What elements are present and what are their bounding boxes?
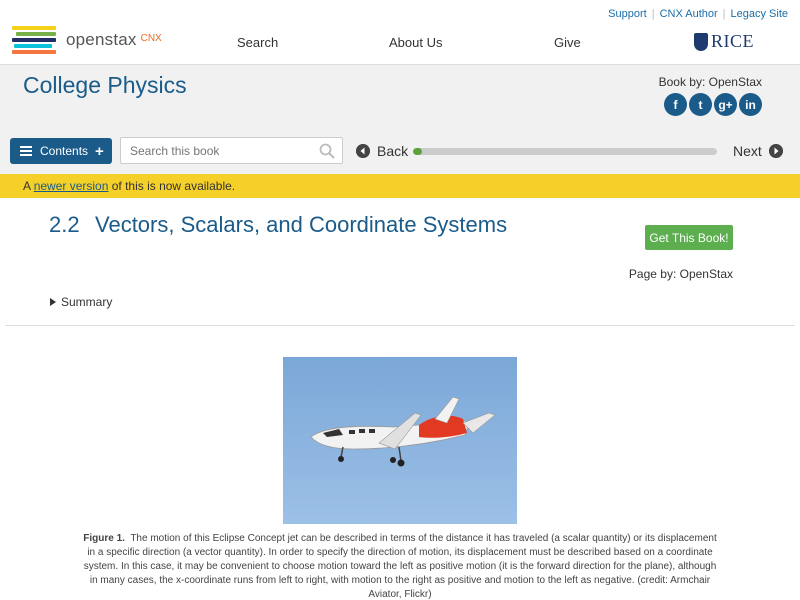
chevron-right-icon	[768, 144, 783, 158]
book-toolbar: Contents + Back Next	[0, 128, 800, 174]
figure-image	[283, 357, 517, 524]
back-button[interactable]: Back	[356, 143, 408, 159]
social-share: f t g+ in	[664, 93, 762, 116]
cnx-author-link[interactable]: CNX Author	[660, 8, 718, 20]
linkedin-icon[interactable]: in	[739, 93, 762, 116]
page-title: Vectors, Scalars, and Coordinate Systems	[95, 212, 508, 237]
list-icon	[20, 146, 32, 156]
newer-version-notice: A newer version of this is now available…	[0, 174, 800, 198]
book-header: College Physics Book by: OpenStax f t g+…	[0, 64, 800, 128]
support-link[interactable]: Support	[608, 8, 647, 20]
divider	[5, 325, 795, 326]
reading-progress	[413, 148, 717, 155]
twitter-icon[interactable]: t	[689, 93, 712, 116]
books-icon	[12, 26, 58, 54]
nav-search[interactable]: Search	[237, 35, 278, 50]
google-plus-icon[interactable]: g+	[714, 93, 737, 116]
nav-give[interactable]: Give	[554, 35, 581, 50]
rice-wordmark: RICE	[711, 31, 755, 51]
rice-logo[interactable]: RICE	[694, 31, 754, 52]
figure-caption: Figure 1. The motion of this Eclipse Con…	[80, 532, 720, 600]
next-label: Next	[733, 143, 762, 159]
openstax-logo[interactable]: openstax CNX	[12, 26, 162, 54]
search-input[interactable]	[121, 138, 311, 163]
newer-version-link[interactable]: newer version	[34, 179, 109, 193]
progress-fill	[413, 148, 423, 155]
book-search	[120, 137, 343, 164]
get-this-book-button[interactable]: Get This Book!	[645, 225, 733, 250]
chevron-left-icon	[356, 144, 370, 158]
summary-toggle[interactable]: Summary	[50, 295, 112, 309]
search-icon[interactable]	[319, 143, 335, 159]
nav-about-us[interactable]: About Us	[389, 35, 442, 50]
logo-cnx: CNX	[140, 32, 162, 44]
contents-button[interactable]: Contents +	[10, 138, 112, 164]
plus-icon: +	[95, 142, 104, 160]
book-title: College Physics	[23, 72, 187, 98]
notice-prefix: A	[23, 179, 34, 193]
figure-caption-text: The motion of this Eclipse Concept jet c…	[83, 533, 717, 600]
contents-label: Contents	[40, 144, 89, 158]
facebook-icon[interactable]: f	[664, 93, 687, 116]
page-author: Page by: OpenStax	[628, 267, 733, 281]
caret-right-icon	[50, 298, 56, 306]
section-number: 2.2	[49, 212, 80, 237]
jet-illustration	[310, 396, 496, 467]
book-author: Book by: OpenStax	[658, 75, 762, 89]
divider: |	[722, 8, 726, 20]
figure-label: Figure 1.	[83, 533, 125, 544]
legacy-site-link[interactable]: Legacy Site	[731, 8, 788, 20]
utility-links: Support | CNX Author | Legacy Site	[608, 8, 788, 20]
notice-suffix: of this is now available.	[108, 179, 236, 193]
logo-wordmark: openstax	[66, 30, 137, 49]
next-button[interactable]: Next	[733, 143, 783, 159]
rice-shield-icon	[694, 32, 708, 51]
summary-label: Summary	[61, 295, 113, 309]
divider: |	[651, 8, 655, 20]
back-label: Back	[377, 143, 409, 159]
